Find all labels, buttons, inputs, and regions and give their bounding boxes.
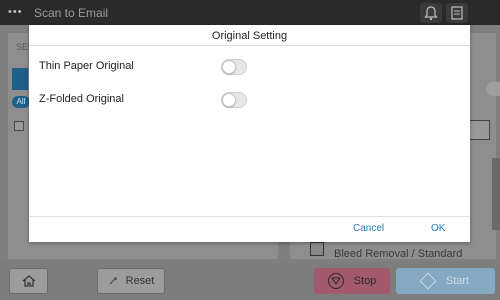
bleed-removal-icon (310, 242, 324, 256)
home-button[interactable] (9, 268, 48, 294)
stop-icon (327, 273, 344, 289)
bleed-removal-text: Bleed Removal / Standard (334, 248, 463, 260)
option-label: Z-Folded Original (39, 93, 124, 105)
option-row-z-folded: Z-Folded Original (29, 84, 470, 116)
top-bar: ••• Scan to Email (0, 0, 500, 25)
thin-paper-toggle[interactable] (221, 59, 247, 75)
start-label: Start (445, 275, 470, 287)
background-all-badge: All (12, 96, 30, 108)
reset-label: Reset (125, 275, 155, 287)
home-icon (22, 275, 35, 287)
background-selected-tab (12, 68, 28, 90)
background-bleed-item: Bleed Removal / Standard (306, 242, 466, 264)
app-title: Scan to Email (34, 6, 109, 20)
option-row-thin-paper: Thin Paper Original (29, 51, 470, 83)
toggle-knob (222, 60, 236, 74)
reset-button[interactable]: Reset (97, 268, 165, 294)
option-label: Thin Paper Original (39, 60, 134, 72)
start-button[interactable]: Start (396, 268, 495, 294)
stop-label: Stop (353, 275, 377, 287)
original-setting-dialog: Original Setting Thin Paper Original Z-F… (29, 25, 470, 242)
background-checkbox (14, 121, 24, 131)
ok-button[interactable]: OK (431, 223, 445, 234)
background-toggle (486, 82, 500, 96)
ellipsis-icon[interactable]: ••• (8, 6, 23, 18)
dialog-footer: Cancel OK (29, 216, 470, 242)
bell-icon[interactable] (420, 3, 442, 23)
dialog-title: Original Setting (29, 25, 470, 46)
z-folded-toggle[interactable] (221, 92, 247, 108)
reset-icon (109, 277, 117, 285)
toggle-knob (222, 93, 236, 107)
start-icon (419, 272, 437, 290)
background-scrollbar (492, 158, 500, 230)
stop-button[interactable]: Stop (314, 268, 390, 294)
cancel-button[interactable]: Cancel (353, 223, 384, 234)
device-status-icon[interactable] (446, 3, 468, 23)
